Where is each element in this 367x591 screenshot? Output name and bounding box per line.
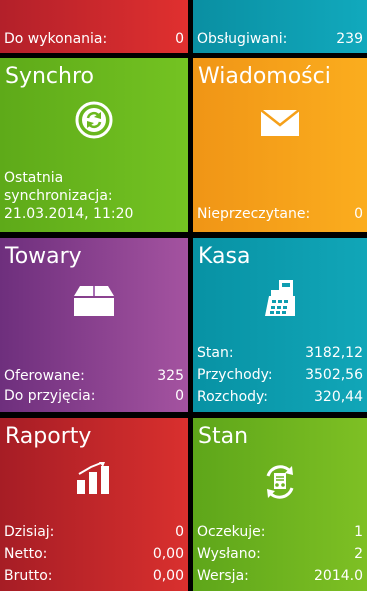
bar-chart-icon xyxy=(0,462,188,494)
document-sync-icon xyxy=(193,464,367,500)
sync-line-3: 21.03.2014, 11:20 xyxy=(4,206,134,222)
sync-icon xyxy=(0,100,188,140)
income-label: Przychody: xyxy=(197,367,273,383)
served-customers-value: 239 xyxy=(336,31,363,47)
waiting-value: 1 xyxy=(354,524,363,540)
waiting-label: Oczekuje: xyxy=(197,524,266,540)
today-label: Dzisiaj: xyxy=(4,524,55,540)
gross-value: 0,00 xyxy=(152,568,184,584)
tile-title: Stan xyxy=(198,424,249,449)
pending-tasks-value: 0 xyxy=(175,31,184,47)
to-receive-value: 0 xyxy=(175,388,184,404)
gross-label: Brutto: xyxy=(4,568,53,584)
tile-title: Kasa xyxy=(198,244,251,269)
tile-towary[interactable]: Towary Oferowane: 325 Do przyjęcia: 0 xyxy=(0,238,188,412)
cash-register-icon xyxy=(193,280,367,316)
sent-value: 2 xyxy=(354,546,363,562)
net-label: Netto: xyxy=(4,546,48,562)
today-value: 0 xyxy=(175,524,184,540)
cash-state-value: 3182,12 xyxy=(305,345,363,361)
to-receive-label: Do przyjęcia: xyxy=(4,388,96,404)
tile-title: Raporty xyxy=(5,424,92,449)
box-icon xyxy=(0,286,188,316)
tile-stan[interactable]: Stan Oczekuje: 1 Wysłano: 2 Wersja: 2014… xyxy=(193,418,367,591)
income-value: 3502,56 xyxy=(305,367,363,383)
expenses-value: 320,44 xyxy=(314,389,363,405)
served-customers-label: Obsługiwani: xyxy=(197,31,288,47)
tile-title: Synchro xyxy=(5,64,94,89)
version-value: 2014.0 xyxy=(314,568,363,584)
pending-tasks-bar[interactable]: Do wykonania: 0 xyxy=(0,0,188,53)
sync-line-1: Ostatnia xyxy=(4,170,64,186)
cash-state-label: Stan: xyxy=(197,345,234,361)
unread-value: 0 xyxy=(354,206,363,222)
tile-raporty[interactable]: Raporty Dzisiaj: 0 Netto: 0,00 Brutto: 0… xyxy=(0,418,188,591)
sync-line-2: synchronizacja: xyxy=(4,188,113,204)
offered-label: Oferowane: xyxy=(4,368,85,384)
pending-tasks-label: Do wykonania: xyxy=(4,31,108,47)
served-customers-bar[interactable]: Obsługiwani: 239 xyxy=(193,0,367,53)
unread-label: Nieprzeczytane: xyxy=(197,206,311,222)
envelope-icon xyxy=(193,110,367,136)
sent-label: Wysłano: xyxy=(197,546,261,562)
tile-title: Towary xyxy=(5,244,82,269)
version-label: Wersja: xyxy=(197,568,249,584)
net-value: 0,00 xyxy=(152,546,184,562)
tile-title: Wiadomości xyxy=(198,64,331,89)
tile-synchro[interactable]: Synchro Ostatnia synchronizacja: 21.03.2… xyxy=(0,58,188,232)
tile-kasa[interactable]: Kasa Stan: 3182,12 Przychody: 3502,56 Ro… xyxy=(193,238,367,412)
offered-value: 325 xyxy=(157,368,184,384)
tile-wiadomosci[interactable]: Wiadomości Nieprzeczytane: 0 xyxy=(193,58,367,232)
expenses-label: Rozchody: xyxy=(197,389,269,405)
